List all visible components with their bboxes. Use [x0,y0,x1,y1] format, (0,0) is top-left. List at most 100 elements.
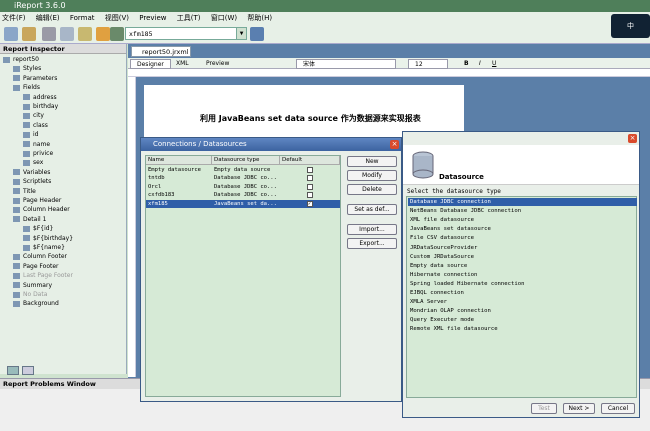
tree-item[interactable]: Title [13,187,36,196]
tree-item[interactable]: Variables [13,168,50,177]
list-item[interactable]: NetBeans Database JDBC connection [408,207,637,215]
menu-file[interactable]: 文件(F) [2,14,26,22]
tab-designer[interactable]: Designer [130,59,171,69]
list-item[interactable]: File CSV datasource [408,234,637,242]
tree-item[interactable]: $F{birthday} [23,234,73,243]
list-item[interactable]: Empty data source [408,262,637,270]
new-file-icon[interactable] [4,27,18,41]
paste-icon[interactable] [78,27,92,41]
tree-item[interactable]: Background [13,299,59,308]
list-item[interactable]: Mondrian OLAP connection [408,307,637,315]
list-item[interactable]: XMLA Server [408,298,637,306]
tab-xml[interactable]: XML [170,59,195,69]
default-checkbox[interactable] [307,192,313,199]
default-checkbox[interactable] [307,183,313,190]
list-item[interactable]: EJBQL connection [408,289,637,297]
tree-item[interactable]: $F{id} [23,224,53,233]
close-icon[interactable]: × [390,140,399,149]
cell-type: Database JDBC co... [214,175,277,182]
inspector-tabs[interactable] [3,366,43,375]
tab-preview[interactable]: Preview [200,59,235,69]
ime-tray-icon[interactable]: 中 [611,14,650,38]
tree-item[interactable]: Fields [13,83,40,92]
list-item[interactable]: XML file datasource [408,216,637,224]
tree-item[interactable]: city [23,111,44,120]
import-button[interactable]: Import... [347,224,397,235]
list-item[interactable]: Remote XML file datasource [408,325,637,333]
delete-icon[interactable] [110,27,124,41]
close-icon[interactable]: × [628,134,637,143]
datasource-icon[interactable] [250,27,264,41]
delete-button[interactable]: Delete [347,184,397,195]
tree-item[interactable]: Scriptlets [13,177,51,186]
list-item[interactable]: Query Executer mode [408,316,637,324]
tree-item[interactable]: Styles [13,64,41,73]
datasource-titlebar [403,132,639,145]
tree-item[interactable]: privice [23,149,53,158]
col-name[interactable]: Name [146,156,212,165]
menu-tools[interactable]: 工具(T) [177,14,201,22]
default-checkbox[interactable]: ✓ [307,200,313,207]
tree-item[interactable]: Summary [13,281,52,290]
tree-item[interactable]: No Data [13,290,47,299]
italic-icon[interactable]: I [473,59,487,69]
tree-item[interactable]: id [23,130,38,139]
list-item[interactable]: Hibernate connection [408,271,637,279]
tree-item[interactable]: Page Footer [13,262,59,271]
tree-item[interactable]: report50 [3,55,39,64]
modify-button[interactable]: Modify [347,170,397,181]
cut-icon[interactable] [42,27,56,41]
menu-view[interactable]: 视图(V) [105,14,129,22]
export-button[interactable]: Export... [347,238,397,249]
font-family-select[interactable]: 宋体 [296,59,396,69]
table-row[interactable]: xfm185 JavaBeans set da... ✓ [146,199,340,208]
tree-item[interactable]: class [23,121,48,130]
formula-view-icon[interactable] [22,366,34,375]
list-item[interactable]: Custom JRDataSource [408,253,637,261]
table-row[interactable]: Orcl Database JDBC co... [146,183,340,191]
menu-edit[interactable]: 编辑(E) [36,14,60,22]
tree-view-icon[interactable] [7,366,19,375]
next-button[interactable]: Next > [563,403,595,414]
tree-item[interactable]: sex [23,158,43,167]
document-tab[interactable]: report50.jrxml [131,46,191,57]
datasource-type-list[interactable]: Database JDBC connection NetBeans Databas… [406,196,637,398]
node-icon [23,141,30,148]
tree-item[interactable]: Column Footer [13,252,67,261]
copy-icon[interactable] [60,27,74,41]
table-row[interactable]: cxfdb183 Database JDBC co... [146,191,340,199]
list-item[interactable]: JRDataSourceProvider [408,244,637,252]
default-checkbox[interactable] [307,175,313,182]
tree-item[interactable]: birthday [23,102,58,111]
tree-item[interactable]: Parameters [13,74,57,83]
report-title-text[interactable]: 利用 JavaBeans set data source 作为数据源来实现报表 [200,113,421,124]
list-item[interactable]: Database JDBC connection [408,198,637,206]
col-type[interactable]: Datasource type [212,156,280,165]
undo-icon[interactable] [96,27,110,41]
menu-format[interactable]: Format [70,14,95,22]
menu-preview[interactable]: Preview [139,14,166,22]
list-item[interactable]: JavaBeans set datasource [408,225,637,233]
table-row[interactable]: Empty datasource Empty data source [146,166,340,174]
table-row[interactable]: tntdb Database JDBC co... [146,174,340,182]
set-default-button[interactable]: Set as def... [347,204,397,215]
list-item[interactable]: Spring loaded Hibernate connection [408,280,637,288]
tree-item[interactable]: Last Page Footer [13,271,73,280]
font-size-select[interactable]: 12 [408,59,448,69]
new-button[interactable]: New [347,156,397,167]
tree-item[interactable]: $F{name} [23,243,65,252]
col-default[interactable]: Default [280,156,340,165]
tree-item[interactable]: Column Header [13,205,70,214]
tree-item[interactable]: name [23,140,50,149]
menu-help[interactable]: 帮助(H) [247,14,272,22]
tree-item[interactable]: address [23,93,57,102]
menu-window[interactable]: 窗口(W) [211,14,237,22]
test-button[interactable]: Test [531,403,557,414]
underline-icon[interactable]: U [486,59,502,69]
default-checkbox[interactable] [307,167,313,173]
open-folder-icon[interactable] [22,27,36,41]
active-datasource-select[interactable]: xfm185 ▼ [125,27,247,40]
tree-item[interactable]: Page Header [13,196,61,205]
tree-item[interactable]: Detail 1 [13,215,46,224]
cancel-button[interactable]: Cancel [601,403,635,414]
